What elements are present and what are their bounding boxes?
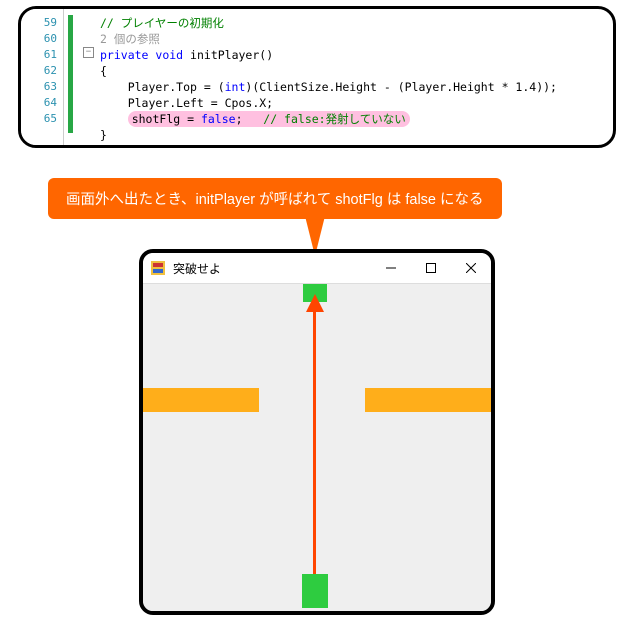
obstacle-left bbox=[143, 388, 259, 412]
codelens-references[interactable]: 2 個の参照 bbox=[100, 32, 160, 46]
close-button[interactable] bbox=[451, 253, 491, 283]
saved-change-bar bbox=[68, 15, 73, 133]
obstacle-right bbox=[365, 388, 491, 412]
maximize-button[interactable] bbox=[411, 253, 451, 283]
brace-open: { bbox=[100, 64, 107, 78]
app-icon bbox=[151, 261, 165, 275]
highlighted-line: shotFlg = false; // false:発射していない bbox=[128, 111, 410, 127]
close-icon bbox=[466, 263, 476, 273]
annotation-tooltip: 画面外へ出たとき、initPlayer が呼ばれて shotFlg は fals… bbox=[48, 178, 502, 219]
code-line: ; bbox=[236, 112, 264, 126]
window-titlebar[interactable]: 突破せよ bbox=[143, 253, 491, 284]
line-number: 65 bbox=[21, 111, 57, 127]
game-window: 突破せよ bbox=[139, 249, 495, 615]
method-parens: () bbox=[259, 48, 273, 62]
brace-close: } bbox=[100, 128, 107, 142]
code-text-area[interactable]: // プレイヤーの初期化 2 個の参照 private void initPla… bbox=[100, 9, 613, 145]
fold-toggle-icon[interactable]: − bbox=[83, 47, 94, 58]
code-line: )(ClientSize.Height - (Player.Height * 1… bbox=[245, 80, 557, 94]
window-controls bbox=[371, 253, 491, 283]
trajectory-arrowhead-icon bbox=[306, 294, 324, 312]
method-name: initPlayer bbox=[190, 48, 259, 62]
trajectory-line bbox=[313, 302, 316, 576]
maximize-icon bbox=[426, 263, 436, 273]
code-line: shotFlg = bbox=[132, 112, 201, 126]
keyword-false: false bbox=[201, 112, 236, 126]
line-number: 59 bbox=[21, 15, 57, 31]
code-line: Player.Top = ( bbox=[100, 80, 225, 94]
keyword-int: int bbox=[225, 80, 246, 94]
line-number-gutter: 59 60 61 62 63 64 65 bbox=[21, 9, 64, 145]
game-client-area[interactable] bbox=[143, 284, 491, 612]
outlining-margin: − bbox=[80, 9, 100, 145]
line-number: 62 bbox=[21, 63, 57, 79]
code-line: Player.Left = Cpos.X; bbox=[100, 96, 273, 110]
line-number: 61 bbox=[21, 47, 57, 63]
minimize-button[interactable] bbox=[371, 253, 411, 283]
comment: // プレイヤーの初期化 bbox=[100, 16, 224, 30]
player-bottom bbox=[302, 574, 328, 608]
line-number: 60 bbox=[21, 31, 57, 47]
line-number: 63 bbox=[21, 79, 57, 95]
window-title: 突破せよ bbox=[173, 260, 371, 277]
keyword-void: void bbox=[155, 48, 183, 62]
line-number: 64 bbox=[21, 95, 57, 111]
code-editor-panel: 59 60 61 62 63 64 65 − // プレイヤーの初期化 2 個の… bbox=[18, 6, 616, 148]
minimize-icon bbox=[386, 263, 396, 273]
keyword-private: private bbox=[100, 48, 148, 62]
tooltip-text: 画面外へ出たとき、initPlayer が呼ばれて shotFlg は fals… bbox=[66, 192, 484, 208]
change-indicator-margin bbox=[64, 9, 80, 145]
comment: // false:発射していない bbox=[263, 112, 405, 126]
